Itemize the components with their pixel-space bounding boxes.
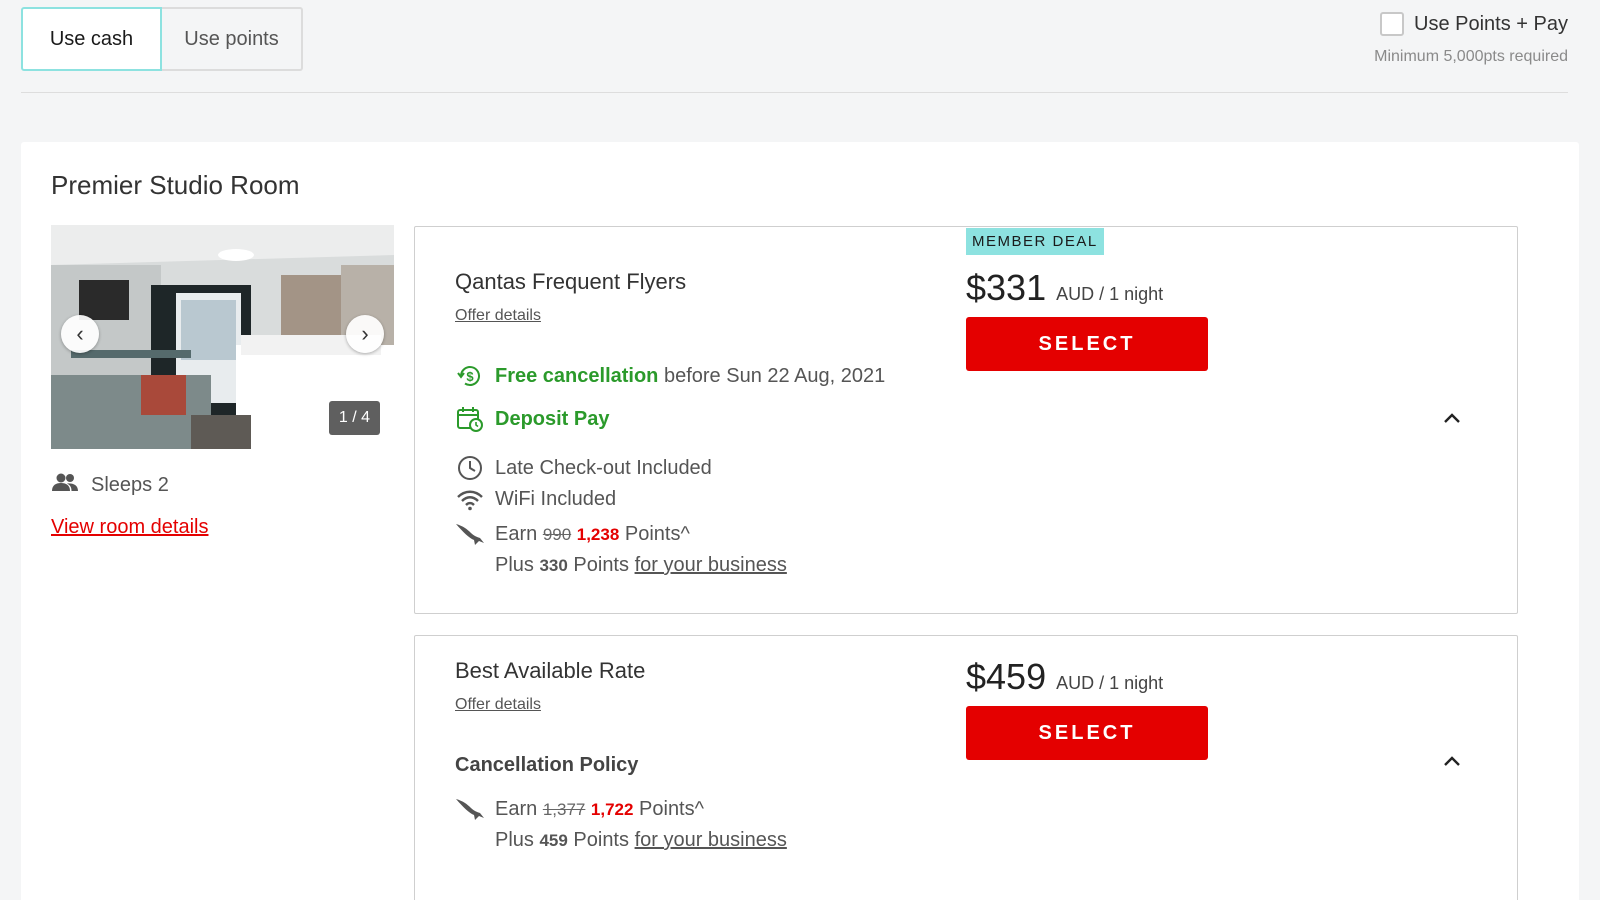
deposit-pay-label: Deposit Pay [495, 407, 610, 430]
earn-points-suffix: Points^ [624, 522, 690, 545]
collapse-offer-toggle[interactable] [1443, 754, 1461, 772]
offer-name: Best Available Rate [455, 658, 646, 683]
price-unit: AUD / 1 night [1056, 673, 1164, 693]
qantas-kangaroo-icon [455, 796, 485, 822]
chevron-right-icon: › [361, 321, 369, 346]
header-divider [21, 92, 1568, 93]
earn-points: Earn 1,377 1,722 Points^ [455, 796, 704, 822]
wifi-label: WiFi Included [495, 488, 617, 510]
earn-label: Earn [495, 522, 538, 545]
business-points-value: 330 [539, 556, 568, 575]
earn-points-original: 990 [542, 524, 572, 544]
offer-details-link[interactable]: Offer details [455, 307, 541, 325]
business-points-suffix: Points [573, 829, 629, 851]
wifi: WiFi Included [455, 488, 616, 511]
free-cancellation-date: before Sun 22 Aug, 2021 [663, 364, 886, 387]
earn-points-suffix: Points^ [639, 797, 705, 820]
for-your-business-link[interactable]: for your business [635, 829, 787, 851]
next-photo-button[interactable]: › [346, 315, 384, 353]
earn-points-original: 1,377 [542, 799, 586, 819]
points-pay-checkbox[interactable] [1380, 12, 1405, 36]
clock-icon [455, 455, 485, 481]
people-icon [51, 472, 79, 498]
earn-points-bonus: 1,238 [576, 524, 620, 544]
offer-price: $331 AUD / 1 night [966, 267, 1163, 309]
price-amount: $331 [966, 267, 1047, 308]
late-checkout-label: Late Check-out Included [495, 456, 712, 479]
offer-details-link[interactable]: Offer details [455, 696, 541, 714]
plus-label: Plus [495, 554, 534, 576]
qantas-kangaroo-icon [455, 521, 485, 547]
points-pay-option: Use Points + Pay Minimum 5,000pts requir… [1374, 12, 1568, 66]
collapse-offer-toggle[interactable] [1443, 411, 1461, 429]
offer-price: $459 AUD / 1 night [966, 656, 1163, 698]
points-pay-label[interactable]: Use Points + Pay [1414, 13, 1568, 36]
earn-label: Earn [495, 797, 538, 820]
calendar-clock-icon [455, 405, 485, 433]
late-checkout: Late Check-out Included [455, 455, 712, 481]
room-photo-carousel[interactable]: ‹ › 1 / 4 [51, 225, 394, 449]
chevron-up-icon [1444, 413, 1460, 423]
price-unit: AUD / 1 night [1056, 284, 1164, 304]
payment-toggle: Use cash Use points [21, 7, 303, 71]
price-amount: $459 [966, 656, 1047, 697]
offer-card: MEMBER DEAL Qantas Frequent Flyers Offer… [414, 226, 1518, 614]
sleeps-label: Sleeps 2 [91, 473, 169, 496]
wifi-icon [455, 489, 485, 511]
chevron-up-icon [1444, 756, 1460, 766]
deposit-pay: Deposit Pay [455, 405, 609, 433]
refund-icon: $ [455, 363, 485, 389]
svg-text:$: $ [466, 369, 474, 384]
room-capacity: Sleeps 2 [51, 472, 169, 498]
view-room-details-link[interactable]: View room details [51, 516, 208, 539]
select-button[interactable]: SELECT [966, 317, 1208, 371]
offer-name: Qantas Frequent Flyers [455, 269, 687, 294]
use-cash-tab[interactable]: Use cash [21, 7, 162, 71]
offer-card: Best Available Rate Offer details $459 A… [414, 635, 1518, 900]
free-cancellation: $ Free cancellation before Sun 22 Aug, 2… [455, 363, 885, 389]
room-title: Premier Studio Room [51, 170, 300, 200]
for-your-business-link[interactable]: for your business [635, 554, 787, 576]
earn-points: Earn 990 1,238 Points^ [455, 521, 690, 547]
points-pay-requirement: Minimum 5,000pts required [1374, 48, 1568, 65]
chevron-left-icon: ‹ [76, 321, 84, 346]
earn-points-bonus: 1,722 [590, 799, 634, 819]
member-deal-badge: MEMBER DEAL [966, 228, 1104, 255]
business-points-value: 459 [539, 831, 568, 850]
plus-label: Plus [495, 829, 534, 851]
free-cancellation-label: Free cancellation [495, 364, 659, 387]
use-points-tab[interactable]: Use points [162, 7, 303, 71]
business-points: Plus 330 Points for your business [455, 554, 787, 577]
room-card: Premier Studio Room ‹ › 1 / 4 Sleeps 2 V… [21, 142, 1579, 900]
photo-counter: 1 / 4 [328, 401, 380, 435]
cancellation-policy[interactable]: Cancellation Policy [455, 754, 638, 777]
business-points: Plus 459 Points for your business [455, 829, 787, 852]
business-points-suffix: Points [573, 554, 629, 576]
previous-photo-button[interactable]: ‹ [61, 315, 99, 353]
select-button[interactable]: SELECT [966, 706, 1208, 760]
